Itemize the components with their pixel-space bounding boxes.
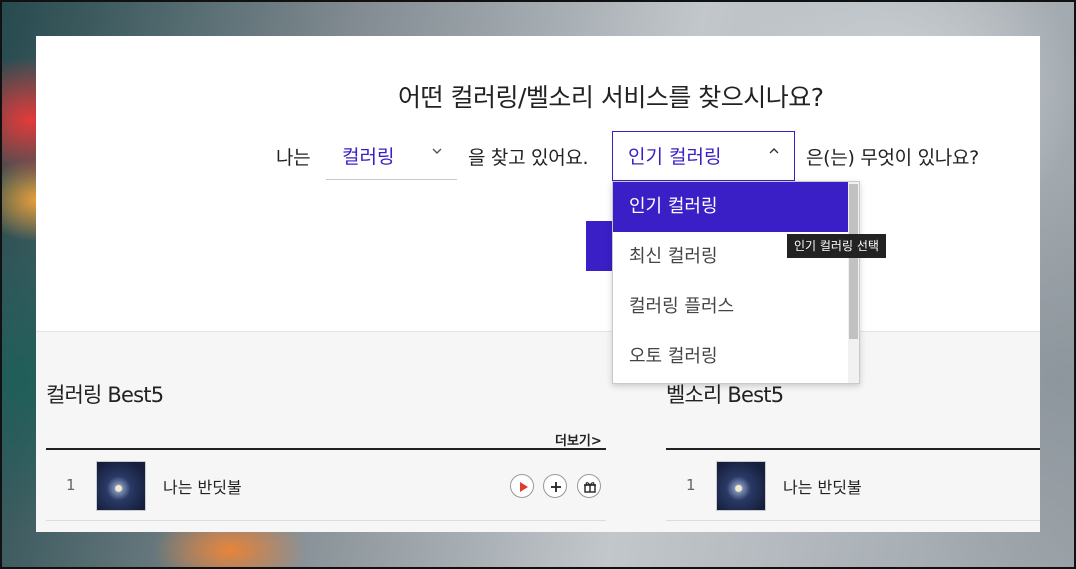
dropdown-option-auto[interactable]: 오토 컬러링 [613, 332, 849, 382]
chevron-up-icon [768, 145, 780, 160]
best-lists-section: 컬러링 Best5 더보기> 1 나는 반딧불 벨소리 Best5 1 나는 반… [36, 331, 1040, 532]
coloring-more-link[interactable]: 더보기> [555, 430, 602, 449]
sentence-prefix: 나는 [276, 147, 311, 169]
album-art [96, 461, 146, 511]
dropdown-option-popular[interactable]: 인기 컬러링 [613, 182, 849, 232]
gift-button[interactable] [577, 474, 601, 498]
service-type-value: 컬러링 [342, 146, 395, 168]
dropdown-scrollbar[interactable] [848, 182, 859, 383]
gift-icon [584, 482, 596, 493]
album-art [716, 461, 766, 511]
row-song-title: 나는 반딧불 [783, 478, 862, 497]
row-rank: 1 [66, 476, 76, 494]
table-row[interactable]: 1 나는 반딧불 [666, 449, 1040, 521]
category-value: 인기 컬러링 [628, 146, 722, 168]
add-button[interactable] [543, 474, 567, 498]
table-row[interactable]: 1 나는 반딧불 [46, 449, 606, 521]
category-dropdown: 인기 컬러링 최신 컬러링 컬러링 플러스 오토 컬러링 [612, 181, 860, 384]
page-title: 어떤 컬러링/벨소리 서비스를 찾으시나요? [398, 83, 824, 112]
dropdown-scrollbar-thumb[interactable] [849, 184, 858, 339]
row-rank: 1 [686, 476, 696, 494]
dropdown-option-plus[interactable]: 컬러링 플러스 [613, 282, 849, 332]
row-song-title: 나는 반딧불 [163, 478, 242, 497]
play-icon [520, 482, 528, 492]
finder-section: 어떤 컬러링/벨소리 서비스를 찾으시나요? 나는 컬러링 을 찾고 있어요. … [36, 36, 1040, 331]
service-finder-panel: 어떤 컬러링/벨소리 서비스를 찾으시나요? 나는 컬러링 을 찾고 있어요. … [36, 36, 1040, 532]
plus-icon [551, 482, 561, 492]
coloring-best-title: 컬러링 Best5 [46, 383, 164, 407]
play-button[interactable] [510, 474, 534, 498]
service-type-select[interactable]: 컬러링 [326, 132, 457, 180]
category-select[interactable]: 인기 컬러링 [612, 131, 795, 181]
sentence-middle: 을 찾고 있어요. [468, 147, 589, 169]
option-tooltip: 인기 컬러링 선택 [787, 234, 886, 258]
chevron-down-icon [431, 145, 443, 160]
sentence-suffix: 은(는) 무엇이 있나요? [806, 147, 979, 169]
